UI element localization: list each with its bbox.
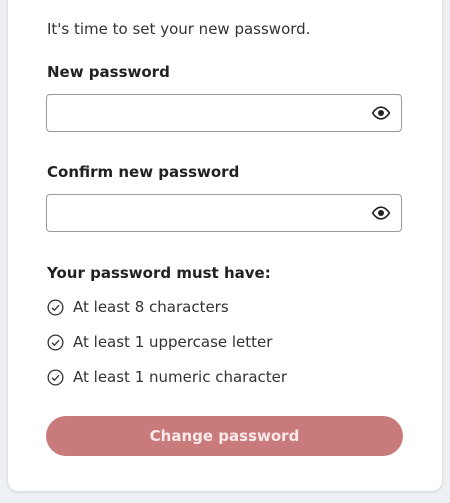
- requirements-title: Your password must have:: [47, 264, 271, 282]
- new-password-label: New password: [47, 63, 170, 81]
- requirement-text: At least 1 numeric character: [73, 368, 288, 386]
- check-circle-icon: [47, 299, 64, 316]
- intro-text: It's time to set your new password.: [47, 20, 311, 38]
- change-password-button[interactable]: Change password: [46, 416, 403, 456]
- check-circle-icon: [47, 369, 64, 386]
- confirm-password-label: Confirm new password: [47, 163, 240, 181]
- confirm-password-field[interactable]: [46, 194, 402, 232]
- check-circle-icon: [47, 334, 64, 351]
- requirement-text: At least 1 uppercase letter: [73, 333, 273, 351]
- requirement-text: At least 8 characters: [73, 298, 229, 316]
- eye-icon[interactable]: [371, 106, 391, 120]
- new-password-input[interactable]: [47, 95, 357, 131]
- new-password-field[interactable]: [46, 94, 402, 132]
- eye-icon[interactable]: [371, 206, 391, 220]
- confirm-password-input[interactable]: [47, 195, 357, 231]
